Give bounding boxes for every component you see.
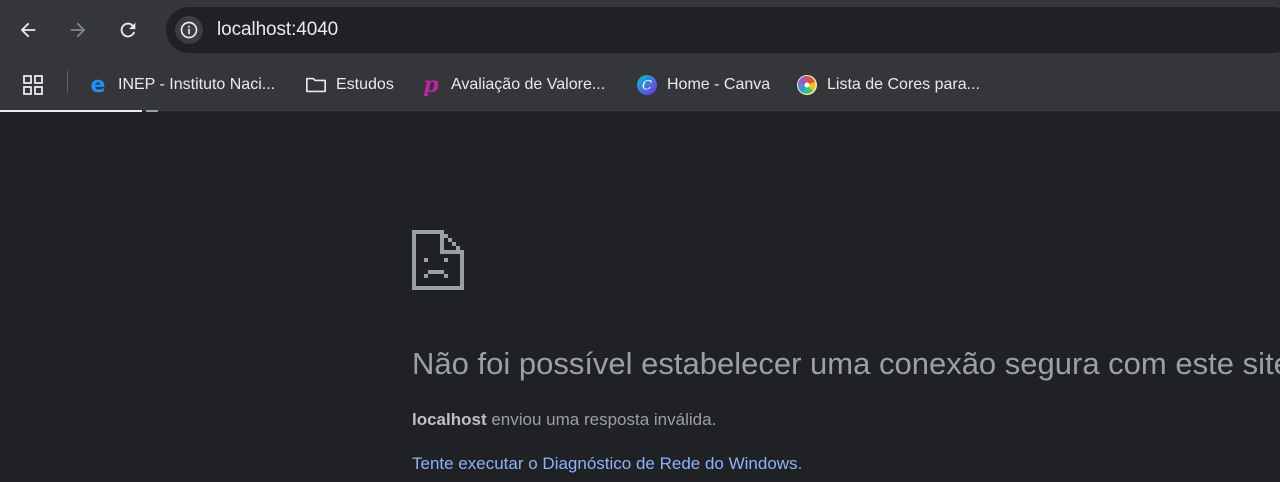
bookmark-label: Estudos	[336, 76, 394, 93]
bookmark-label: Home - Canva	[667, 76, 771, 93]
browser-toolbar: localhost:4040	[0, 0, 1280, 60]
bookmarks-separator	[67, 71, 68, 93]
forward-button[interactable]	[62, 14, 94, 46]
bookmark-inep[interactable]: e INEP - Instituto Naci...	[87, 70, 276, 100]
edge-e-icon: e	[87, 74, 109, 96]
svg-text:p: p	[423, 74, 439, 96]
svg-text:C: C	[642, 79, 652, 94]
sad-page-icon	[412, 230, 464, 295]
p-logo-icon: p	[420, 74, 442, 96]
network-diagnostics-link[interactable]: Tente executar o Diagnóstico de Rede do …	[412, 454, 798, 473]
bookmark-label: INEP - Instituto Naci...	[118, 76, 276, 93]
error-title: Não foi possível estabelecer uma conexão…	[412, 346, 1280, 381]
arrow-left-icon	[20, 22, 36, 38]
apps-grid-icon	[23, 75, 43, 95]
bookmark-label: Avaliação de Valore...	[451, 76, 606, 93]
bookmark-avaliacao[interactable]: p Avaliação de Valore...	[420, 70, 605, 100]
color-wheel-icon	[796, 74, 818, 96]
address-bar[interactable]: localhost:4040	[166, 7, 1280, 53]
bookmark-canva[interactable]: C Home - Canva	[636, 70, 770, 100]
bookmark-estudos[interactable]: Estudos	[305, 70, 394, 100]
reload-button[interactable]	[112, 14, 144, 46]
bookmarks-bar: e INEP - Instituto Naci... Estudos p Ava…	[0, 60, 1280, 111]
bookmark-label: Lista de Cores para...	[827, 76, 980, 93]
arrow-right-icon	[70, 22, 86, 38]
apps-button[interactable]	[22, 70, 44, 100]
error-suggestion: Tente executar o Diagnóstico de Rede do …	[412, 452, 802, 476]
error-description: localhost enviou uma resposta inválida.	[412, 408, 716, 432]
canva-icon: C	[636, 74, 658, 96]
error-description-text: enviou uma resposta inválida.	[486, 410, 717, 429]
url-text[interactable]: localhost:4040	[217, 19, 338, 41]
info-icon	[180, 21, 198, 39]
bookmark-cores[interactable]: Lista de Cores para...	[796, 70, 980, 100]
site-info-button[interactable]	[175, 16, 203, 44]
back-button[interactable]	[12, 14, 44, 46]
error-suggestion-suffix: .	[797, 454, 803, 473]
error-host: localhost	[412, 410, 487, 429]
svg-text:e: e	[91, 74, 106, 96]
reload-icon	[120, 22, 136, 38]
folder-icon	[305, 74, 327, 96]
